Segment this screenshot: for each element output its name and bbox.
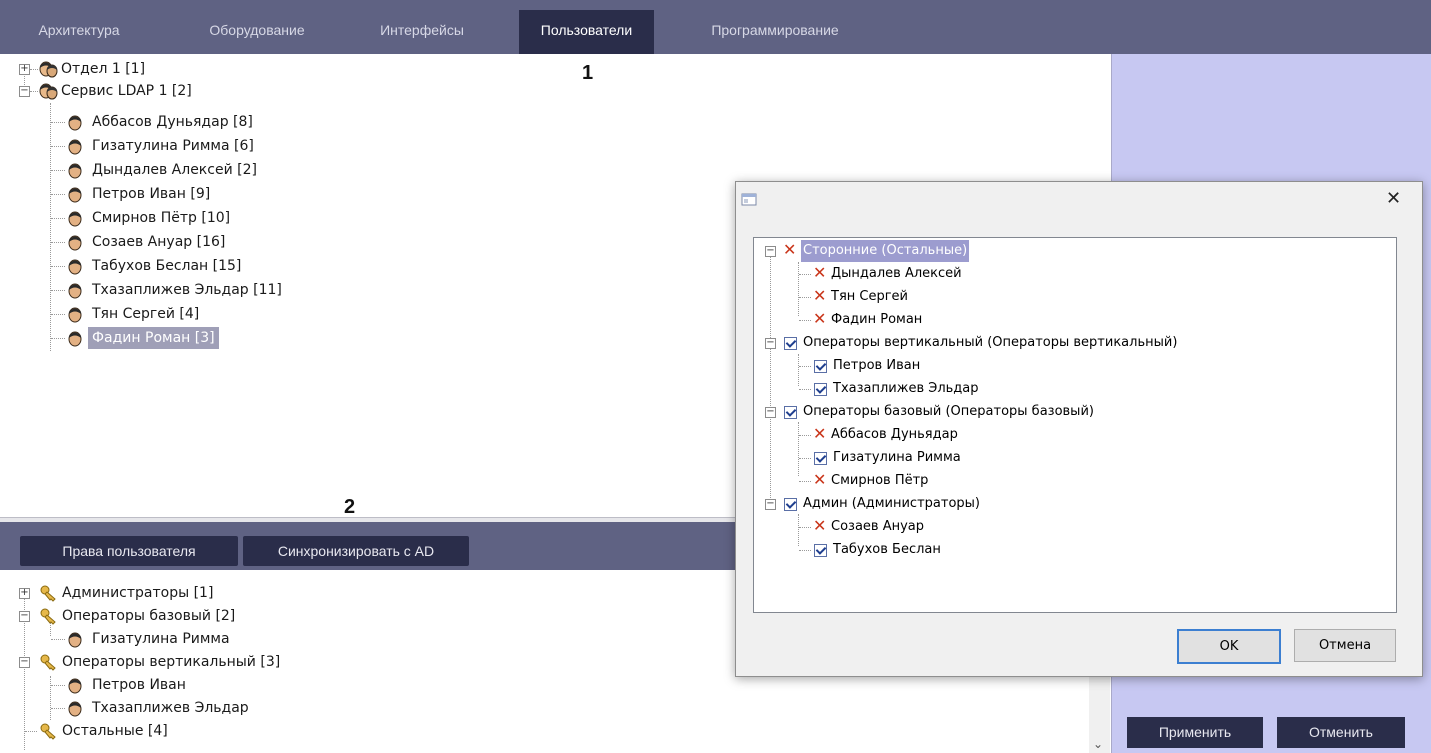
checkbox-checked[interactable] [814, 452, 827, 465]
collapse-icon[interactable]: − [765, 407, 776, 418]
key-icon [40, 723, 56, 740]
key-icon [40, 585, 56, 602]
roles-scrollbar[interactable]: ⌄ [1089, 665, 1110, 753]
user-icon [68, 187, 82, 203]
denied-icon[interactable]: ✕ [813, 472, 827, 488]
apply-button[interactable]: Применить [1127, 717, 1263, 748]
tab-users[interactable]: Пользователи [519, 10, 654, 54]
denied-icon[interactable]: ✕ [783, 242, 797, 258]
window-icon [741, 193, 757, 206]
user-icon [68, 701, 82, 717]
dialog-cancel-button[interactable]: Отмена [1294, 629, 1396, 662]
key-icon [40, 654, 56, 671]
user-icon [68, 163, 82, 179]
roles-checklist: − ✕ Сторонние (Остальные) ✕ Дындалев Але… [753, 237, 1397, 613]
close-icon[interactable]: ✕ [1386, 188, 1401, 209]
denied-icon[interactable]: ✕ [813, 311, 827, 327]
user-icon [68, 283, 82, 299]
denied-icon[interactable]: ✕ [813, 265, 827, 281]
collapse-icon[interactable]: − [19, 657, 30, 668]
user-icon [68, 211, 82, 227]
checkbox-checked[interactable] [814, 544, 827, 557]
group-icon [39, 61, 58, 78]
key-icon [40, 608, 56, 625]
collapse-icon[interactable]: − [19, 611, 30, 622]
marker-2: 2 [344, 496, 356, 518]
checkbox-checked[interactable] [784, 406, 797, 419]
user-icon [68, 678, 82, 694]
user-icon [68, 259, 82, 275]
role-assignment-dialog: ✕ 3 − ✕ Сторонние (Остальные) ✕ Дындалев… [735, 181, 1423, 677]
tree-group-label: Сервис LDAP 1 [2] [61, 83, 192, 99]
tree-group-label: Отдел 1 [1] [61, 61, 146, 77]
tab-equipment[interactable]: Оборудование [188, 10, 326, 54]
tab-programming[interactable]: Программирование [690, 10, 860, 54]
chevron-down-icon[interactable]: ⌄ [1093, 737, 1103, 751]
collapse-icon[interactable]: − [765, 246, 776, 257]
collapse-icon[interactable]: − [765, 338, 776, 349]
user-icon [68, 139, 82, 155]
tab-interfaces[interactable]: Интерфейсы [358, 10, 486, 54]
expand-icon[interactable]: + [19, 64, 30, 75]
tab-architecture[interactable]: Архитектура [14, 10, 144, 54]
denied-icon[interactable]: ✕ [813, 288, 827, 304]
tab-bar: Архитектура Оборудование Интерфейсы Поль… [0, 0, 1431, 54]
cancel-changes-button[interactable]: Отменить [1277, 717, 1405, 748]
ok-button[interactable]: OK [1177, 629, 1281, 664]
collapse-icon[interactable]: − [765, 499, 776, 510]
checkbox-checked[interactable] [814, 360, 827, 373]
sync-ad-button[interactable]: Синхронизировать с AD [243, 536, 469, 566]
checkbox-checked[interactable] [784, 498, 797, 511]
group-icon [39, 83, 58, 100]
user-icon [68, 235, 82, 251]
expand-icon[interactable]: + [19, 588, 30, 599]
user-icon [68, 331, 82, 347]
collapse-icon[interactable]: − [19, 86, 30, 97]
checkbox-checked[interactable] [784, 337, 797, 350]
marker-1: 1 [582, 62, 594, 84]
user-icon [68, 115, 82, 131]
checkbox-checked[interactable] [814, 383, 827, 396]
user-icon [68, 307, 82, 323]
user-icon [68, 632, 82, 648]
denied-icon[interactable]: ✕ [813, 518, 827, 534]
denied-icon[interactable]: ✕ [813, 426, 827, 442]
user-rights-button[interactable]: Права пользователя [20, 536, 238, 566]
